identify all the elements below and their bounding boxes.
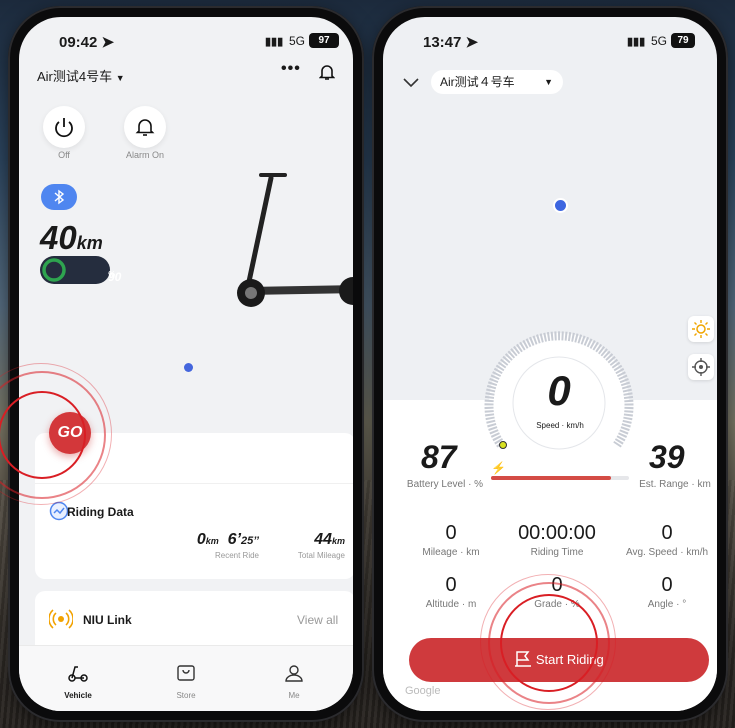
caret-down-icon: ▼: [115, 73, 125, 83]
vehicle-screen: 09:42 ➤ ▮▮▮ 5G 97 Air测试4号车 ▼ ••• Off Ala…: [19, 17, 353, 711]
mileage-value: 0: [445, 522, 457, 544]
tab-store[interactable]: Store: [151, 664, 221, 700]
notification-bell-icon[interactable]: [318, 63, 336, 86]
battery-bar: [491, 476, 629, 480]
power-label: Off: [58, 150, 70, 160]
battery-level-label: Battery Level · %: [406, 479, 484, 490]
power-button[interactable]: [43, 106, 85, 148]
status-time: 13:47 ➤: [423, 34, 479, 51]
status-time: 09:42 ➤: [59, 34, 115, 51]
tab-vehicle-label: Vehicle: [64, 691, 92, 700]
est-range-value: 39: [649, 439, 685, 475]
more-options-icon[interactable]: •••: [281, 60, 301, 78]
mileage-label: Mileage · km: [422, 547, 480, 558]
lightning-icon: ⚡: [491, 461, 506, 475]
riding-data-title: Riding Data: [67, 505, 134, 519]
recent-ride-stat: 0km 6’25’’ Recent Ride: [196, 531, 259, 560]
speed-label: Speed · km/h: [536, 421, 584, 430]
tab-me-label: Me: [288, 691, 300, 700]
alarm-button[interactable]: [124, 106, 166, 148]
bluetooth-status[interactable]: [41, 184, 77, 210]
status-bar: 09:42 ➤ ▮▮▮ 5G 97: [19, 17, 353, 61]
angle-label: Angle · °: [647, 599, 687, 610]
battery-indicator: 79: [671, 33, 695, 48]
status-bar: 13:47 ➤ ▮▮▮ 5G 79: [383, 17, 717, 61]
view-all-link[interactable]: View all: [297, 613, 338, 627]
sun-icon: [692, 320, 710, 338]
avg-speed-label: Avg. Speed · km/h: [625, 547, 709, 558]
battery-indicator: 97: [309, 33, 339, 48]
power-icon: [55, 118, 73, 138]
tab-store-label: Store: [176, 691, 196, 700]
map-location-dot: [553, 198, 568, 213]
niu-link-title: NIU Link: [83, 613, 132, 627]
person-icon: [285, 665, 303, 682]
tap-ring-inner: [0, 391, 86, 479]
crosshair-icon: [692, 358, 710, 376]
speed-value: 0: [547, 367, 571, 414]
battery-level-value: 87: [421, 439, 457, 475]
riding-time-label: Riding Time: [530, 547, 584, 558]
alarm-label: Alarm On: [125, 150, 164, 160]
tab-bar: Vehicle Store Me: [19, 645, 353, 711]
altitude-value: 0: [445, 574, 457, 596]
battery-ring: [42, 258, 66, 282]
signal-waves-icon: [49, 609, 73, 629]
total-mileage-stat: 44km Total Mileage: [297, 531, 345, 560]
recenter-button[interactable]: [688, 354, 714, 380]
range-readout: 40km: [40, 219, 103, 256]
signal-icon: ▮▮▮: [265, 36, 284, 48]
bag-icon: [177, 665, 195, 681]
tab-vehicle[interactable]: Vehicle: [43, 664, 113, 700]
riding-time-value: 00:00:00: [518, 522, 596, 544]
caret-down-icon: ▼: [544, 77, 553, 87]
tab-me[interactable]: Me: [259, 664, 329, 700]
collapse-chevron-icon[interactable]: [403, 75, 419, 93]
battery-pill: 90%: [40, 256, 121, 284]
est-range-label: Est. Range · km: [639, 479, 711, 490]
tap-ring-inner-2: [500, 594, 598, 692]
scooter-icon: [68, 666, 88, 682]
angle-value: 0: [661, 574, 673, 596]
network-label: 5G: [289, 34, 306, 48]
vehicle-dropdown[interactable]: Air测试４号车 ▼: [431, 70, 563, 94]
location-dot: [184, 363, 193, 372]
phone-left: 09:42 ➤ ▮▮▮ 5G 97 Air测试4号车 ▼ ••• Off Ala…: [8, 6, 364, 722]
vehicle-selector[interactable]: Air测试4号车 ▼: [37, 66, 125, 85]
signal-icon: ▮▮▮: [627, 36, 646, 48]
bluetooth-icon: [54, 189, 65, 205]
map-watermark: Google: [405, 685, 441, 697]
avg-speed-value: 0: [661, 522, 673, 544]
network-label: 5G: [651, 34, 668, 48]
scooter-image: [237, 173, 353, 307]
bell-icon: [135, 119, 155, 136]
brightness-button[interactable]: [688, 316, 714, 342]
battery-bar-fill: [491, 476, 612, 480]
